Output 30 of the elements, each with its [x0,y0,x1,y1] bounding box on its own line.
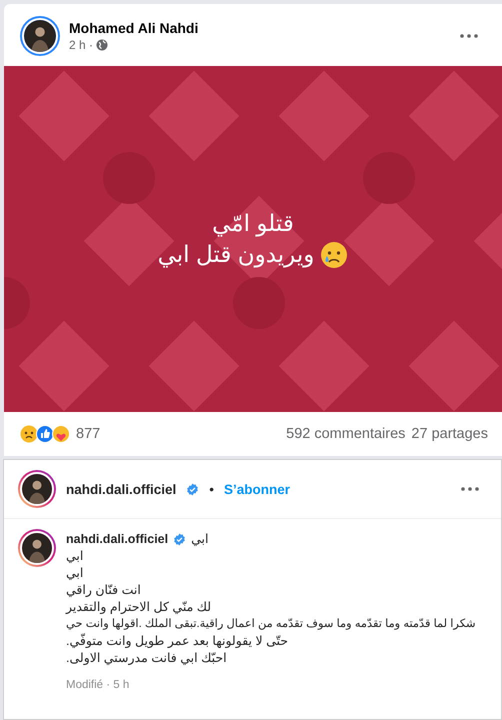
comments-count[interactable]: 592 commentaires [286,426,406,442]
caption-line: شكرا لما قدّمته وما تقدّمه وما سوف تقدّمه من اعمال راقية.تبقى الملك .اقولها وانت حي [66,617,476,632]
profile-avatar[interactable] [18,470,56,508]
sad-reaction-icon [20,425,38,443]
post-text: قتلو امّي [212,210,294,236]
reaction-count[interactable]: 877 [76,426,286,442]
shares-count[interactable]: 27 partages [411,426,488,442]
post-meta: Modifié · 5 h [66,678,130,693]
care-reaction-icon [52,425,70,443]
caption-line: ابي [66,548,84,565]
caption-line: انت فنّان راقي [66,582,141,599]
profile-avatar[interactable] [20,16,60,56]
caption-line: ابي [191,531,208,548]
crying-face-icon [320,240,348,268]
caption-line: حتّى لا يقولونها بعد عمر طويل وانت متوفّي. [66,633,288,650]
caption-line: ابي [66,565,84,582]
profile-avatar[interactable] [18,529,56,567]
username[interactable]: nahdi.dali.officiel [66,482,176,496]
separator-dot: • [209,482,214,496]
caption-line: احبّك ابي فانت مدرستي الاولى. [66,650,227,667]
author-name[interactable]: Mohamed Ali Nahdi [69,20,451,36]
globe-icon [96,39,108,51]
follow-button[interactable]: S’abonner [224,482,290,496]
more-options-icon[interactable] [460,34,478,38]
like-reaction-icon [36,425,54,443]
caption-line: لك منّي كل الاحترام والتقدير [66,599,212,616]
caption-username[interactable]: nahdi.dali.officiel [66,531,168,548]
post-time[interactable]: 2 h · [69,38,94,52]
post-text: ويريدون قتل ابي [158,241,314,268]
more-options-icon[interactable] [461,487,479,491]
